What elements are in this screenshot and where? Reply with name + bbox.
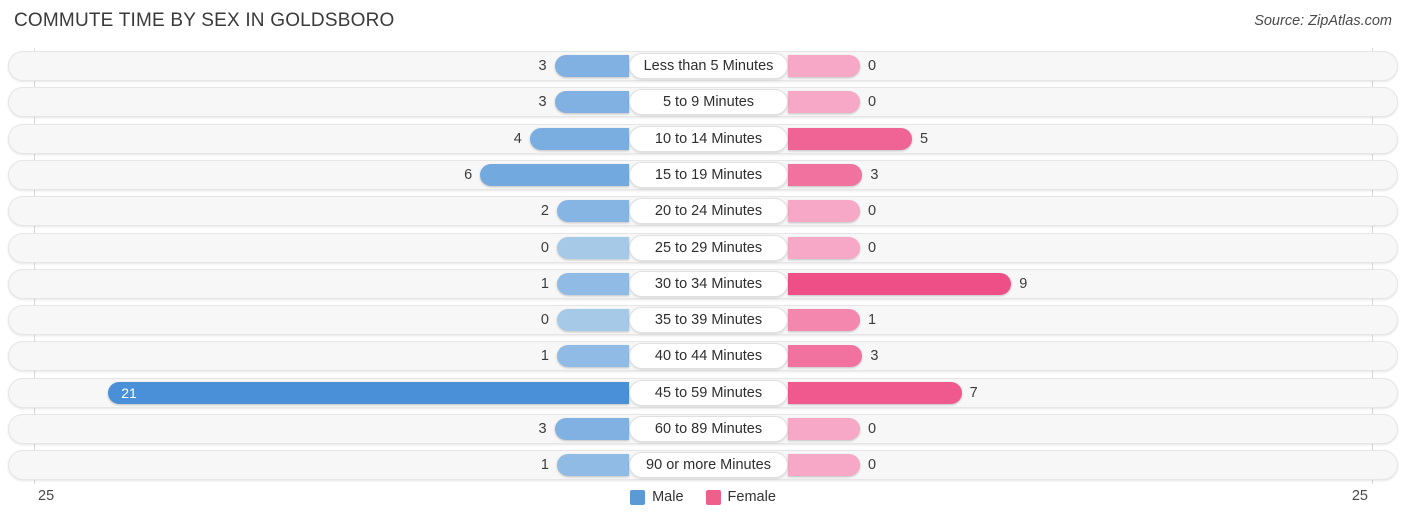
bar-male: [108, 381, 629, 404]
value-label-female: 9: [1019, 275, 1028, 292]
category-label: 40 to 44 Minutes: [629, 343, 788, 370]
category-label: 20 to 24 Minutes: [629, 198, 788, 225]
legend-label: Female: [727, 489, 776, 505]
bar-male: [554, 91, 629, 114]
chart-legend: Male Female: [0, 489, 1406, 505]
value-label-male: 0: [540, 312, 549, 329]
legend-swatch-icon: [705, 489, 721, 505]
bar-female: [788, 345, 863, 368]
value-label-female: 7: [969, 384, 978, 401]
value-label-male: 1: [540, 275, 549, 292]
category-label: 5 to 9 Minutes: [629, 89, 788, 116]
bar-male: [557, 345, 629, 368]
bar-male: [557, 309, 629, 332]
bar-male: [557, 272, 629, 295]
value-label-female: 0: [868, 58, 877, 74]
chart-row: 3 0 Less than 5 Minutes: [8, 51, 1398, 81]
chart-row: 1 0 90 or more Minutes: [8, 450, 1398, 481]
chart-row: 21 7 45 to 59 Minutes: [8, 377, 1398, 408]
bar-male: [554, 418, 629, 440]
value-label-female: 1: [868, 312, 877, 329]
bar-female: [788, 163, 863, 186]
chart-row: 3 0 5 to 9 Minutes: [8, 87, 1398, 118]
value-label-female: 0: [868, 421, 877, 437]
bar-male: [557, 200, 629, 223]
category-label: 15 to 19 Minutes: [629, 161, 788, 188]
chart-row: 1 3 40 to 44 Minutes: [8, 341, 1398, 372]
bar-male: [557, 454, 629, 477]
category-label: 45 to 59 Minutes: [629, 379, 788, 406]
value-label-male: 3: [538, 421, 547, 437]
legend-swatch-icon: [630, 489, 646, 505]
chart-row: 1 9 30 to 34 Minutes: [8, 268, 1398, 299]
value-label-male: 3: [538, 58, 547, 74]
bar-male: [529, 127, 629, 150]
value-label-female: 0: [868, 94, 877, 111]
bar-female: [788, 272, 1012, 295]
value-label-female: 5: [920, 130, 929, 147]
chart-row: 3 0 60 to 89 Minutes: [8, 414, 1398, 444]
category-label: 35 to 39 Minutes: [629, 307, 788, 334]
bar-female: [788, 381, 962, 404]
chart-row: 2 0 20 to 24 Minutes: [8, 196, 1398, 227]
bar-female: [788, 418, 860, 440]
bar-male: [554, 55, 629, 77]
category-label: 60 to 89 Minutes: [629, 416, 788, 442]
legend-item[interactable]: Male: [630, 489, 684, 505]
value-label-male: 2: [540, 203, 549, 220]
category-label: Less than 5 Minutes: [629, 53, 788, 79]
category-label: 10 to 14 Minutes: [629, 125, 788, 152]
chart-root: COMMUTE TIME BY SEX IN GOLDSBORO Source:…: [0, 0, 1406, 522]
value-label-female: 0: [868, 239, 877, 256]
value-label-female: 0: [868, 457, 877, 474]
value-label-female: 3: [870, 348, 879, 365]
legend-item[interactable]: Female: [705, 489, 776, 505]
legend-label: Male: [652, 489, 684, 505]
value-label-female: 3: [870, 166, 879, 183]
value-label-male: 1: [540, 457, 549, 474]
source-attribution: Source: ZipAtlas.com: [1254, 13, 1392, 29]
chart-plot-area: 3 0 Less than 5 Minutes 3 0 5 to 9 Minutes 4 5 1…: [0, 48, 1406, 484]
page-title: COMMUTE TIME BY SEX IN GOLDSBORO: [14, 10, 395, 31]
bar-female: [788, 91, 860, 114]
category-label: 30 to 34 Minutes: [629, 270, 788, 297]
bar-female: [788, 55, 860, 77]
value-label-male: 0: [540, 239, 549, 256]
bar-female: [788, 309, 860, 332]
value-label-male: 4: [513, 130, 522, 147]
value-label-male: 6: [464, 166, 473, 183]
category-label: 25 to 29 Minutes: [629, 234, 788, 261]
bar-female: [788, 454, 860, 477]
bar-female: [788, 200, 860, 223]
chart-row: 4 5 10 to 14 Minutes: [8, 123, 1398, 154]
chart-row: 6 3 15 to 19 Minutes: [8, 159, 1398, 190]
bar-male: [480, 163, 629, 186]
value-label-male: 21: [121, 384, 137, 401]
bar-female: [788, 127, 912, 150]
category-label: 90 or more Minutes: [629, 452, 788, 479]
value-label-female: 0: [868, 203, 877, 220]
chart-footer: 25 25 Male Female: [0, 484, 1406, 522]
bar-female: [788, 236, 860, 259]
chart-row: 0 1 35 to 39 Minutes: [8, 305, 1398, 336]
bar-male: [557, 236, 629, 259]
value-label-male: 1: [540, 348, 549, 365]
value-label-male: 3: [538, 94, 547, 111]
chart-row: 0 0 25 to 29 Minutes: [8, 232, 1398, 263]
